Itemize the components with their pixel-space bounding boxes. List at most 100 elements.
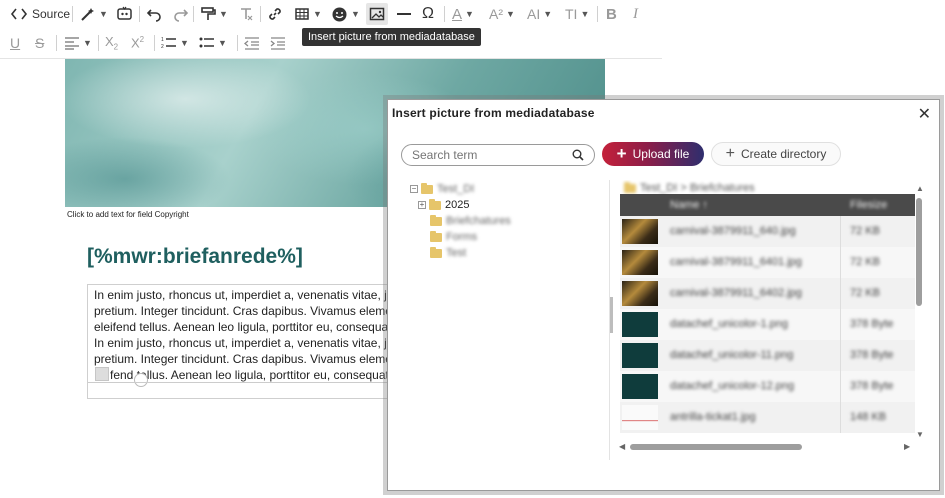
collapse-icon[interactable]: − [410,185,418,193]
search-icon[interactable] [572,149,584,161]
file-name: antrilla-tickat1.jpg [670,411,756,423]
chevron-down-icon: ▼ [83,38,92,48]
subscript-button[interactable]: X2 [105,32,118,54]
align-button[interactable]: ▼ [64,32,92,54]
special-characters-button[interactable]: Ω [422,3,434,25]
insert-picture-tooltip: Insert picture from mediadatabase [302,28,481,46]
remove-format-button[interactable] [238,3,254,25]
strikethrough-icon: S [35,35,45,51]
chevron-down-icon: ▼ [180,38,189,48]
file-thumbnail[interactable] [622,281,658,306]
undo-button[interactable] [146,3,162,25]
toolbar-separator [237,35,238,51]
redo-icon [174,9,189,22]
body-text-box[interactable]: In enim justo, rhoncus ut, imperdiet a, … [87,284,417,399]
italic-button[interactable]: I [633,3,638,25]
plus-icon: + [725,145,735,162]
underline-icon: U [10,35,21,51]
resize-handle[interactable] [134,373,148,387]
link-button[interactable] [267,3,283,25]
table-row[interactable]: carnival-3879911_6401.jpg 72 KB [620,247,915,278]
column-header-filesize[interactable]: Filesize [850,199,887,211]
file-size: 378 Byte [850,318,894,330]
image-icon [369,7,385,21]
magic-wand-button[interactable]: ▼ [80,3,108,25]
bullet-list-button[interactable]: ▼ [199,32,227,54]
table-row[interactable]: datachef_unicolor-12.png 378 Byte [620,371,915,402]
tree-node-folder[interactable]: Test [430,246,466,260]
horizontal-scrollbar-thumb[interactable] [630,444,802,450]
emoji-button[interactable]: ▼ [331,3,360,25]
scroll-right-icon[interactable]: ▶ [904,442,910,451]
horizontal-line-icon [397,13,411,15]
tree-node-year[interactable]: + 2025 [418,198,469,212]
text-box-divider [88,382,416,383]
insert-picture-button[interactable] [366,3,388,25]
insert-picture-dialog: Insert picture from mediadatabase ✕ + Up… [387,99,940,491]
horizontal-line-button[interactable] [396,3,412,25]
splitter-grip[interactable] [610,297,613,333]
tree-node-folder[interactable]: Forms [430,230,477,244]
vertical-scrollbar-thumb[interactable] [916,198,922,306]
superscript-button[interactable]: X2 [131,32,144,54]
font-size-icon: TI [565,6,578,22]
copyright-field-hint[interactable]: Click to add text for field Copyright [67,210,189,219]
scroll-down-icon[interactable]: ▼ [916,430,924,439]
redo-button[interactable] [173,3,189,25]
outdent-button[interactable] [244,32,260,54]
tree-node-root[interactable]: − Test_DI [410,182,474,196]
block-drag-handle[interactable] [95,367,109,381]
toolbar-separator [597,6,598,22]
chevron-down-icon: ▼ [351,9,360,19]
body-text-line: pretium. Integer tincidunt. Cras dapibus… [94,304,417,318]
file-thumbnail[interactable] [622,405,658,430]
numbered-list-button[interactable]: 12 ▼ [161,32,189,54]
underline-button[interactable]: U [10,32,20,54]
file-thumbnail[interactable] [622,374,658,399]
salutation-placeholder[interactable]: [%mwr:briefanrede%] [87,245,303,269]
create-directory-button[interactable]: + Create directory [711,142,841,166]
tree-node-folder[interactable]: Briefchatures [430,214,511,228]
table-row[interactable]: antrilla-tickat1.jpg 148 KB [620,402,915,433]
bold-button[interactable]: B [606,3,617,25]
scroll-up-icon[interactable]: ▲ [916,184,924,193]
strikethrough-button[interactable]: S [35,32,44,54]
chevron-down-icon: ▼ [506,9,515,19]
close-icon[interactable]: ✕ [918,104,931,124]
table-row[interactable]: carnival-3879911_640.jpg 72 KB [620,216,915,247]
file-thumbnail[interactable] [622,312,658,337]
ai-assistant-button[interactable] [116,3,134,25]
table-row[interactable]: carnival-3879911_6402.jpg 72 KB [620,278,915,309]
tree-node-label: Test_DI [437,183,475,195]
column-header-name[interactable]: Name ↑ [670,199,708,211]
column-separator [840,216,841,247]
body-text-line: pretium. Integer tincidunt. Cras dapibus… [94,352,417,366]
body-text-line: eleifend tellus. Aenean leo ligula, port… [94,320,417,334]
toolbar-separator [193,6,194,22]
font-color-button[interactable]: A ▼ [452,3,474,25]
folder-icon [421,182,433,194]
file-thumbnail[interactable] [622,219,658,244]
toolbar-separator [98,35,99,51]
search-input[interactable] [401,144,595,166]
expand-icon[interactable]: + [418,201,426,209]
font-family-button[interactable]: AI ▼ [527,3,552,25]
remove-format-icon [241,8,253,21]
font-size-button[interactable]: TI ▼ [565,3,589,25]
file-thumbnail[interactable] [622,343,658,368]
highlight-color-button[interactable]: A² ▼ [489,3,515,25]
italic-icon: I [633,5,638,22]
tree-node-label: Test [446,247,467,259]
source-button[interactable]: Source [10,3,70,25]
table-row[interactable]: datachef_unicolor-1.png 378 Byte [620,309,915,340]
body-text-line: fend tellus. Aenean leo ligula, porttito… [110,368,417,382]
indent-button[interactable] [270,32,286,54]
scroll-left-icon[interactable]: ◀ [619,442,625,451]
link-icon [269,8,281,20]
format-painter-button[interactable]: ▼ [200,3,228,25]
upload-file-button[interactable]: + Upload file [602,142,704,166]
file-thumbnail[interactable] [622,250,658,275]
table-row[interactable]: datachef_unicolor-11.png 378 Byte [620,340,915,371]
table-button[interactable]: ▼ [294,3,322,25]
source-label: Source [32,7,71,21]
